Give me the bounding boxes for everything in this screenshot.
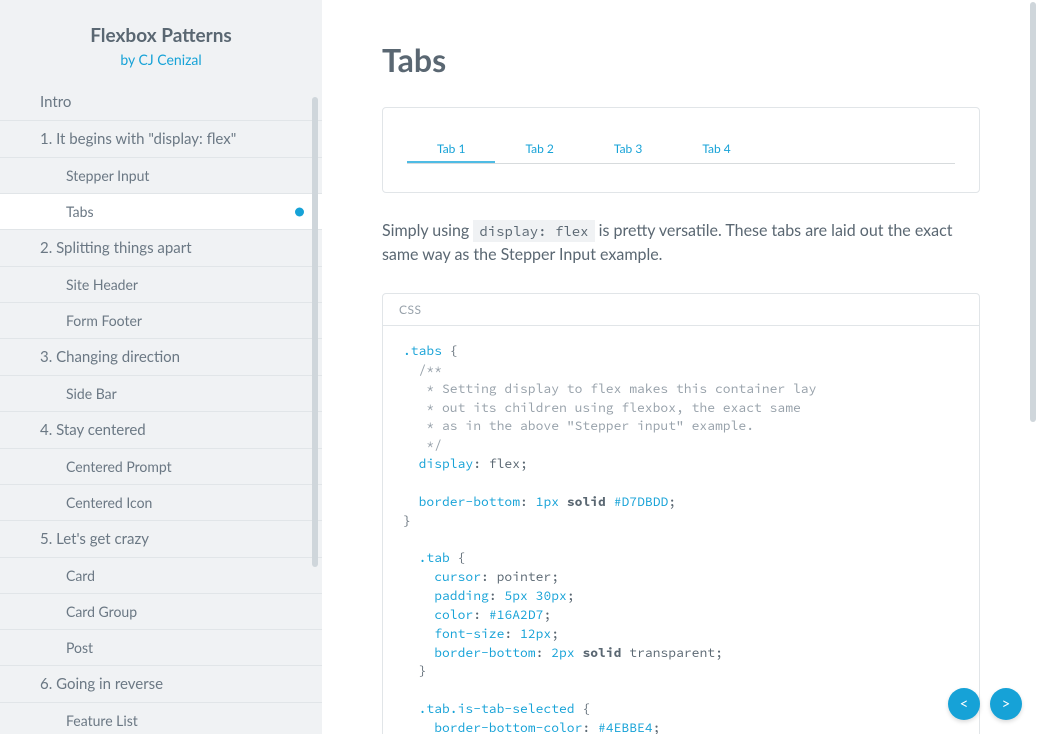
main-content: Tabs Tab 1Tab 2Tab 3Tab 4 Simply using d… xyxy=(322,0,1040,734)
nav-item[interactable]: Intro xyxy=(0,84,322,121)
nav-item[interactable]: 2. Splitting things apart xyxy=(0,230,322,267)
nav-item[interactable]: Stepper Input xyxy=(0,158,322,194)
nav-item[interactable]: 3. Changing direction xyxy=(0,339,322,376)
example-card: Tab 1Tab 2Tab 3Tab 4 xyxy=(382,107,980,193)
next-button[interactable]: > xyxy=(990,688,1022,720)
nav-item[interactable]: Side Bar xyxy=(0,376,322,412)
sidebar: Flexbox Patterns by CJ Cenizal Intro1. I… xyxy=(0,0,322,734)
nav-item[interactable]: Centered Icon xyxy=(0,485,322,521)
code-card: CSS .tabs { /** * Setting display to fle… xyxy=(382,293,980,734)
nav-item[interactable]: 4. Stay centered xyxy=(0,412,322,449)
sidebar-header: Flexbox Patterns by CJ Cenizal xyxy=(0,0,322,80)
nav-item[interactable]: 5. Let's get crazy xyxy=(0,521,322,558)
nav-item[interactable]: Card Group xyxy=(0,594,322,630)
nav-item[interactable]: 1. It begins with "display: flex" xyxy=(0,121,322,158)
nav-item[interactable]: Post xyxy=(0,630,322,666)
body-text: Simply using display: flex is pretty ver… xyxy=(382,219,980,267)
tabs: Tab 1Tab 2Tab 3Tab 4 xyxy=(407,136,955,164)
site-title: Flexbox Patterns xyxy=(20,24,302,47)
nav-item[interactable]: Tabs xyxy=(0,194,322,230)
tab[interactable]: Tab 1 xyxy=(407,136,495,163)
prev-button[interactable]: < xyxy=(948,688,980,720)
tab[interactable]: Tab 2 xyxy=(495,136,583,163)
page-title: Tabs xyxy=(382,40,980,79)
code-block: .tabs { /** * Setting display to flex ma… xyxy=(383,326,979,734)
nav-item[interactable]: Feature List xyxy=(0,703,322,734)
inline-code: display: flex xyxy=(473,220,594,242)
tab[interactable]: Tab 3 xyxy=(584,136,672,163)
nav-item[interactable]: Form Footer xyxy=(0,303,322,339)
active-dot-icon xyxy=(295,207,304,216)
sidebar-nav[interactable]: Intro1. It begins with "display: flex"St… xyxy=(0,80,322,734)
site-byline[interactable]: by CJ Cenizal xyxy=(20,51,302,68)
code-card-label: CSS xyxy=(383,294,979,326)
main-scrollbar[interactable] xyxy=(1030,2,1036,422)
nav-item[interactable]: Site Header xyxy=(0,267,322,303)
nav-item[interactable]: Card xyxy=(0,558,322,594)
body-pre: Simply using xyxy=(382,221,473,240)
nav-item[interactable]: Centered Prompt xyxy=(0,449,322,485)
sidebar-scrollbar[interactable] xyxy=(312,97,318,567)
tab[interactable]: Tab 4 xyxy=(672,136,760,163)
nav-item[interactable]: 6. Going in reverse xyxy=(0,666,322,703)
fab-row: < > xyxy=(948,688,1022,720)
